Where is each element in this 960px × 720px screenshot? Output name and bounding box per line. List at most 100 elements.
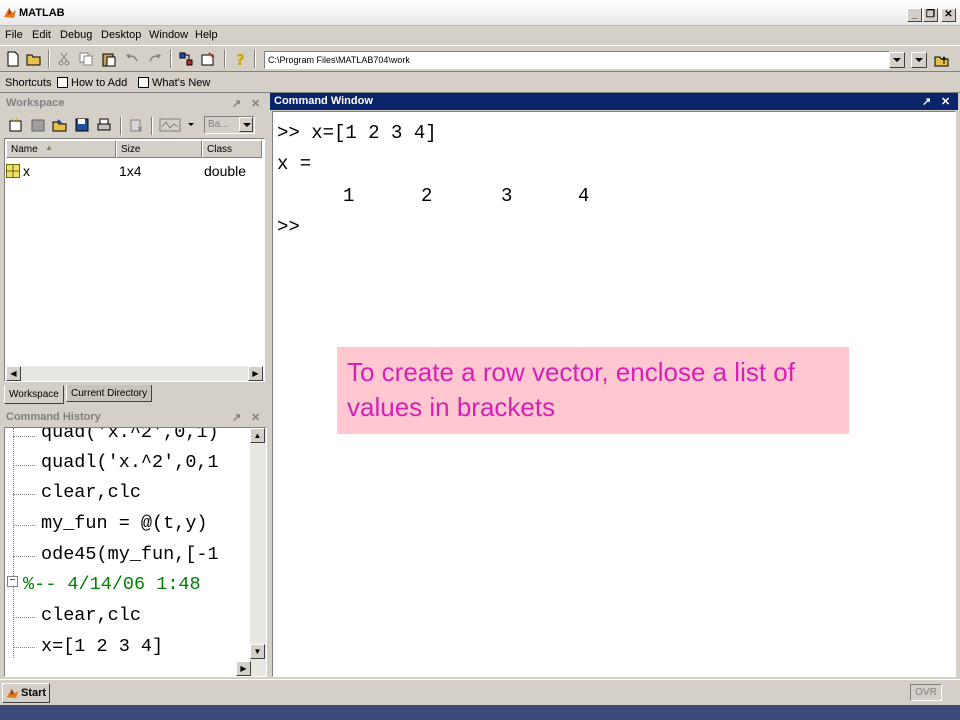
history-title-bar: Command History ↗ ✕: [2, 409, 267, 426]
save-icon[interactable]: [74, 117, 90, 133]
column-header-size[interactable]: Size: [116, 140, 202, 158]
simulink-icon[interactable]: [178, 51, 194, 67]
shortcut-how-to-add[interactable]: How to Add: [71, 77, 127, 89]
variable-size: 1x4: [119, 163, 142, 179]
close-icon[interactable]: ✕: [251, 97, 260, 110]
output-variable-line: x =: [277, 153, 312, 175]
open-folder-icon[interactable]: [26, 51, 42, 67]
command-window-title: Command Window: [274, 95, 373, 107]
output-value: 1: [343, 185, 355, 207]
column-header-name[interactable]: Name ▲: [6, 140, 116, 158]
toolbar-separator: [170, 50, 172, 68]
menu-desktop[interactable]: Desktop: [101, 29, 141, 41]
tree-guide-line: [13, 428, 14, 658]
delete-variable-icon[interactable]: [128, 117, 144, 133]
toolbar-separator: [254, 50, 256, 68]
workspace-horizontal-scrollbar[interactable]: ◀ ▶: [6, 366, 263, 381]
new-variable-icon[interactable]: [8, 117, 24, 133]
scroll-right-icon[interactable]: ▶: [248, 366, 263, 381]
history-session-marker[interactable]: %-- 4/14/06 1:48: [23, 574, 201, 595]
shortcut-icon: [57, 77, 68, 88]
tree-branch: [13, 525, 35, 526]
plot-selection-icon[interactable]: [159, 117, 185, 133]
svg-text:?: ?: [236, 51, 245, 67]
matrix-variable-icon: [6, 164, 20, 178]
shortcut-whats-new[interactable]: What's New: [152, 77, 210, 89]
minimize-button[interactable]: _: [907, 8, 922, 22]
close-icon[interactable]: ✕: [941, 95, 950, 108]
scroll-down-icon[interactable]: ▼: [250, 644, 265, 659]
menu-edit[interactable]: Edit: [32, 29, 51, 41]
current-directory-input[interactable]: C:\Program Files\MATLAB704\work: [264, 51, 890, 69]
plot-type-value: Ba...: [208, 119, 229, 130]
browse-button[interactable]: [911, 52, 927, 68]
load-data-icon[interactable]: [52, 117, 68, 133]
tree-branch: [13, 494, 35, 495]
history-item[interactable]: clear,clc: [41, 482, 141, 503]
guide-icon[interactable]: [200, 51, 216, 67]
undock-icon[interactable]: ↗: [232, 97, 241, 110]
tree-branch: [13, 647, 35, 648]
history-item[interactable]: quadl('x.^2',0,1: [41, 452, 219, 473]
history-item[interactable]: my_fun = @(t,y): [41, 513, 208, 534]
tree-branch: [13, 617, 35, 618]
callout-text: To create a row vector, enclose a list o…: [347, 357, 795, 422]
undock-icon[interactable]: ↗: [922, 95, 931, 108]
undock-icon[interactable]: ↗: [232, 411, 241, 424]
paste-icon[interactable]: [101, 51, 117, 67]
cut-icon[interactable]: [56, 51, 72, 67]
tab-workspace[interactable]: Workspace: [4, 385, 64, 404]
start-button[interactable]: Start: [2, 683, 50, 703]
collapse-toggle-icon[interactable]: −: [7, 576, 18, 587]
close-icon[interactable]: ✕: [251, 411, 260, 424]
overwrite-indicator: OVR: [910, 684, 942, 701]
menu-file[interactable]: File: [5, 29, 23, 41]
tree-branch: [13, 556, 35, 557]
title-bar: MATLAB _ ❐ ✕: [0, 0, 960, 26]
up-folder-icon[interactable]: [934, 52, 950, 68]
open-variable-icon[interactable]: [30, 117, 46, 133]
history-item[interactable]: x=[1 2 3 4]: [41, 636, 163, 657]
toolbar-separator: [224, 50, 226, 68]
matlab-logo-icon: [6, 688, 19, 699]
history-item[interactable]: ode45(my_fun,[-1: [41, 544, 219, 565]
output-value: 2: [421, 185, 433, 207]
menu-bar: File Edit Debug Desktop Window Help: [0, 26, 960, 44]
close-button[interactable]: ✕: [941, 8, 956, 22]
menu-window[interactable]: Window: [149, 29, 188, 41]
variable-class: double: [204, 163, 247, 179]
start-label: Start: [21, 687, 47, 699]
column-header-class[interactable]: Class: [202, 140, 262, 158]
scroll-up-icon[interactable]: ▲: [250, 428, 265, 443]
shortcut-icon: [138, 77, 149, 88]
menu-help[interactable]: Help: [195, 29, 218, 41]
scroll-right-icon[interactable]: ▶: [236, 661, 251, 676]
output-value: 4: [578, 185, 590, 207]
history-item[interactable]: clear,clc: [41, 605, 141, 626]
scroll-left-icon[interactable]: ◀: [6, 366, 21, 381]
redo-icon[interactable]: [147, 51, 163, 67]
directory-dropdown-button[interactable]: [889, 52, 905, 68]
history-vertical-scrollbar[interactable]: ▲ ▼: [250, 428, 266, 676]
sort-arrow-icon: ▲: [45, 143, 53, 152]
copy-icon[interactable]: [78, 51, 94, 67]
plot-dropdown-icon[interactable]: [188, 123, 194, 126]
tab-current-directory[interactable]: Current Directory: [66, 385, 153, 402]
undo-icon[interactable]: [124, 51, 140, 67]
command-prompt: >>: [277, 216, 300, 238]
shortcuts-label[interactable]: Shortcuts: [5, 77, 51, 89]
plot-type-dropdown-button[interactable]: [239, 117, 253, 132]
workspace-table: Name ▲ Size Class x 1x4 double ◀ ▶: [4, 138, 265, 382]
tree-branch: [13, 465, 35, 466]
restore-button[interactable]: ❐: [923, 8, 938, 22]
matlab-logo-icon: [4, 8, 16, 18]
help-icon[interactable]: ?: [232, 51, 248, 67]
toolbar-separator: [151, 117, 153, 135]
history-item[interactable]: quad('x.^2',0,1): [41, 428, 219, 443]
variable-name: x: [23, 163, 30, 179]
menu-debug[interactable]: Debug: [60, 29, 92, 41]
new-file-icon[interactable]: [5, 51, 21, 67]
history-title: Command History: [6, 411, 101, 423]
annotation-callout: To create a row vector, enclose a list o…: [337, 347, 849, 434]
print-icon[interactable]: [96, 117, 112, 133]
